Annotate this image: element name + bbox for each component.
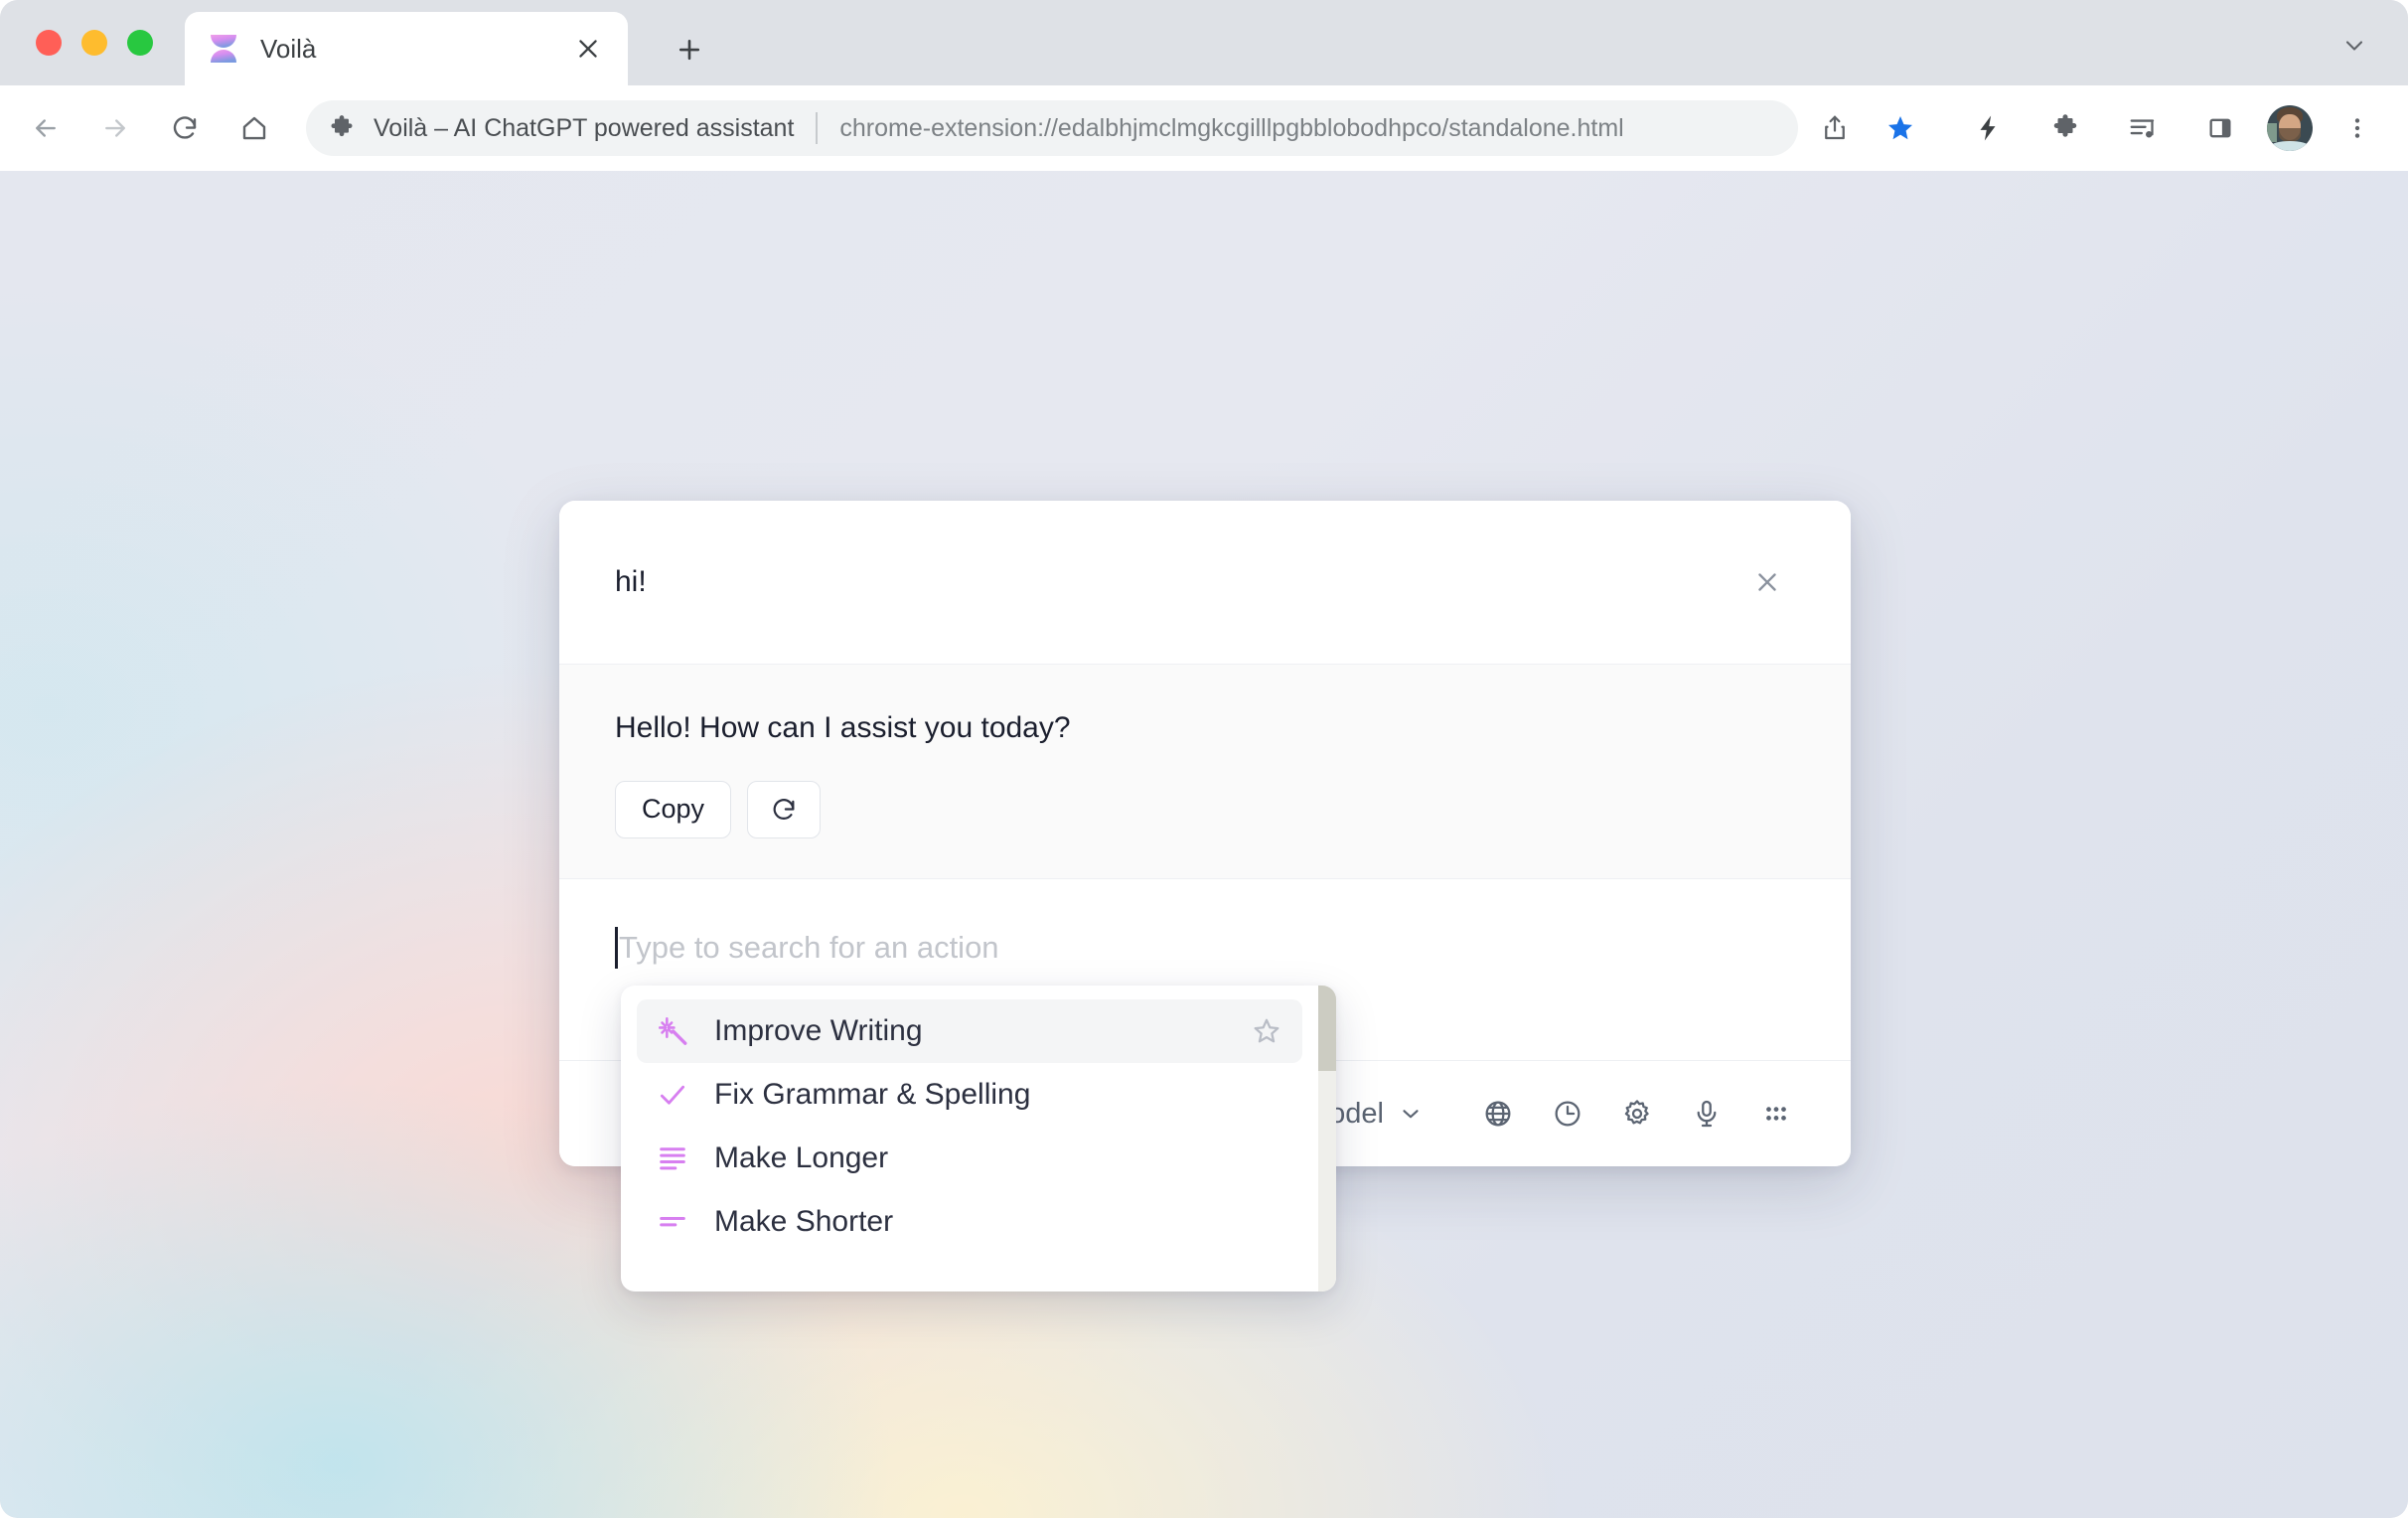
puzzle-piece-icon bbox=[328, 114, 356, 142]
url-text: chrome-extension://edalbhjmclmgkcgilllpg… bbox=[839, 113, 1624, 142]
address-bar[interactable]: Voilà – AI ChatGPT powered assistant chr… bbox=[306, 100, 1798, 156]
lines-long-icon bbox=[655, 1140, 690, 1176]
modal-header: hi! bbox=[559, 501, 1851, 665]
page-content: hi! Hello! How can I assist you today? C… bbox=[0, 171, 2408, 1518]
home-icon[interactable] bbox=[228, 102, 280, 154]
dropdown-item-fix-grammar[interactable]: Fix Grammar & Spelling bbox=[637, 1063, 1302, 1127]
media-playlist-icon[interactable] bbox=[2116, 101, 2170, 155]
tab-title: Voilà bbox=[260, 33, 317, 64]
search-input-placeholder: Type to search for an action bbox=[619, 929, 999, 965]
chevron-down-icon bbox=[1398, 1101, 1424, 1127]
browser-window: Voilà Voilà – AI ChatGPT powered assista… bbox=[0, 0, 2408, 1518]
reload-icon[interactable] bbox=[159, 102, 211, 154]
text-caret bbox=[615, 926, 618, 969]
search-input[interactable]: Type to search for an action bbox=[615, 926, 1795, 969]
extension-name-label: Voilà – AI ChatGPT powered assistant bbox=[374, 113, 795, 142]
hourglass-icon bbox=[203, 28, 244, 70]
clock-history-icon[interactable] bbox=[1537, 1083, 1598, 1144]
profile-avatar[interactable] bbox=[2267, 105, 2313, 151]
dropdown-item-label: Improve Writing bbox=[714, 1014, 923, 1047]
side-panel-icon[interactable] bbox=[2193, 101, 2247, 155]
lightning-bolt-icon[interactable] bbox=[1961, 101, 2015, 155]
dropdown-scrollbar-thumb[interactable] bbox=[1318, 986, 1336, 1071]
arrow-right-icon[interactable] bbox=[89, 102, 141, 154]
maximize-window-button[interactable] bbox=[127, 30, 153, 56]
dropdown-item-label: Make Shorter bbox=[714, 1205, 894, 1238]
share-icon[interactable] bbox=[1808, 101, 1862, 155]
browser-toolbar: Voilà – AI ChatGPT powered assistant chr… bbox=[0, 85, 2408, 171]
tab-strip: Voilà bbox=[0, 0, 2408, 85]
assistant-response-text: Hello! How can I assist you today? bbox=[615, 711, 1071, 744]
copy-button[interactable]: Copy bbox=[615, 780, 732, 838]
page-title: hi! bbox=[615, 565, 647, 598]
omnibox-divider bbox=[816, 112, 819, 144]
plus-icon[interactable] bbox=[662, 22, 717, 77]
chevron-down-icon[interactable] bbox=[2329, 20, 2380, 72]
assistant-response-section: Hello! How can I assist you today? Copy bbox=[559, 665, 1851, 879]
close-window-button[interactable] bbox=[36, 30, 62, 56]
close-icon[interactable] bbox=[1739, 554, 1795, 610]
magic-wand-icon bbox=[655, 1013, 690, 1049]
bookmark-star-icon[interactable] bbox=[1874, 101, 1927, 155]
dropdown-item-label: Fix Grammar & Spelling bbox=[714, 1078, 1031, 1111]
response-actions: Copy bbox=[615, 780, 1795, 838]
microphone-icon[interactable] bbox=[1676, 1083, 1737, 1144]
globe-icon[interactable] bbox=[1467, 1083, 1529, 1144]
dropdown-list: Improve Writing Fix Grammar & Spelling M… bbox=[621, 999, 1318, 1278]
arrow-left-icon[interactable] bbox=[20, 102, 72, 154]
toolbar-actions bbox=[1802, 101, 2408, 155]
browser-tab[interactable]: Voilà bbox=[185, 12, 628, 85]
dropdown-item-label: Make Longer bbox=[714, 1141, 889, 1174]
dropdown-item-make-longer[interactable]: Make Longer bbox=[637, 1127, 1302, 1190]
star-outline-icon[interactable] bbox=[1249, 1013, 1284, 1049]
refresh-icon[interactable] bbox=[747, 780, 822, 838]
gear-settings-icon[interactable] bbox=[1606, 1083, 1668, 1144]
close-icon[interactable] bbox=[566, 27, 610, 71]
extensions-puzzle-icon[interactable] bbox=[2038, 101, 2092, 155]
dropdown-scrollbar[interactable] bbox=[1318, 986, 1336, 1291]
window-traffic-lights bbox=[36, 30, 153, 56]
lines-short-icon bbox=[655, 1204, 690, 1240]
dropdown-item-make-shorter[interactable]: Make Shorter bbox=[637, 1190, 1302, 1254]
grid-dots-icon[interactable] bbox=[1745, 1083, 1807, 1144]
dropdown-item-improve-writing[interactable]: Improve Writing bbox=[637, 999, 1302, 1063]
kebab-menu-icon[interactable] bbox=[2331, 101, 2384, 155]
minimize-window-button[interactable] bbox=[81, 30, 107, 56]
check-icon bbox=[655, 1077, 690, 1113]
action-search-dropdown: Improve Writing Fix Grammar & Spelling M… bbox=[621, 986, 1336, 1291]
